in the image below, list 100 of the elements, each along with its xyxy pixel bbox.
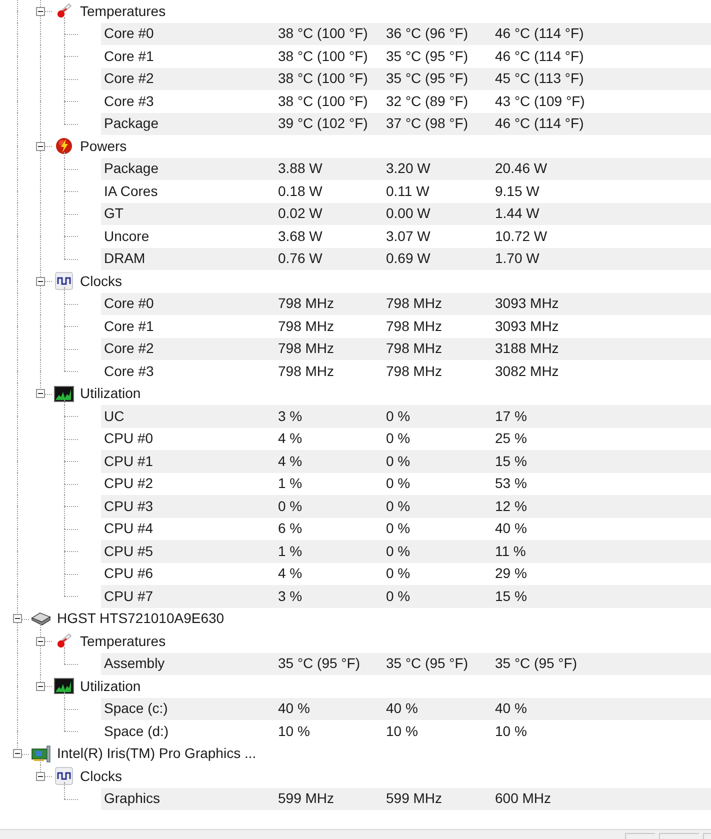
sensor-max: 15 % xyxy=(495,586,527,606)
activity-graph-icon xyxy=(54,386,74,402)
sensor-row[interactable]: CPU #7 3 % 0 % 15 % xyxy=(101,585,711,608)
group-name[interactable]: Utilization xyxy=(76,676,141,697)
sensor-max: 29 % xyxy=(495,564,527,584)
group-name[interactable]: Powers xyxy=(76,136,127,157)
group-name[interactable]: Temperatures xyxy=(76,630,166,652)
sensor-row[interactable]: CPU #3 0 % 0 % 12 % xyxy=(101,495,711,518)
sensor-min: 40 % xyxy=(386,699,419,718)
sensor-value: 38 °C (100 °F) xyxy=(278,92,369,111)
sensor-value: 1 % xyxy=(278,542,304,561)
sensor-row[interactable]: CPU #5 1 % 0 % 11 % xyxy=(101,540,711,562)
sensor-value: 39 °C (102 °F) xyxy=(278,114,369,134)
square-wave-icon xyxy=(55,272,73,290)
sensor-min: 0 % xyxy=(386,564,412,584)
thermometer-icon xyxy=(56,3,72,20)
sensor-min: 0.69 W xyxy=(386,249,432,268)
sensor-value: 1 % xyxy=(278,474,304,494)
sensor-row[interactable]: Core #2 38 °C (100 °F) 35 °C (95 °F) 45 °C (113 °F) xyxy=(101,68,711,90)
sensor-row[interactable]: Core #0 798 MHz 798 MHz 3093 MHz xyxy=(101,292,711,315)
collapse-button[interactable] xyxy=(36,389,45,398)
sensor-row[interactable]: Core #2 798 MHz 798 MHz 3188 MHz xyxy=(101,338,711,360)
sensor-row[interactable]: Assembly 35 °C (95 °F) 35 °C (95 °F) 35 °C (95 °F) xyxy=(101,652,711,675)
sensor-row[interactable]: CPU #1 4 % 0 % 15 % xyxy=(101,450,711,472)
sensor-name: CPU #6 xyxy=(103,564,154,584)
sensor-max: 25 % xyxy=(495,429,527,448)
sensor-value: 0.02 W xyxy=(278,204,324,224)
sensor-name: UC xyxy=(103,406,126,426)
sensor-row[interactable]: GT 0.02 W 0.00 W 1.44 W xyxy=(101,202,711,225)
sensor-max: 3082 MHz xyxy=(495,362,559,381)
thermometer-icon xyxy=(56,633,72,650)
sensor-value: 38 °C (100 °F) xyxy=(278,69,369,88)
collapse-button[interactable] xyxy=(36,682,45,691)
sensor-max: 46 °C (114 °F) xyxy=(495,114,584,134)
collapse-button[interactable] xyxy=(36,142,45,151)
graphics-card-icon xyxy=(30,744,50,763)
sensor-min: 3.20 W xyxy=(386,159,432,178)
sensor-row[interactable]: Graphics 599 MHz 599 MHz 600 MHz xyxy=(101,788,711,810)
sensor-value: 798 MHz xyxy=(278,362,336,381)
sensor-max: 43 °C (109 °F) xyxy=(495,92,585,111)
sensor-min: 35 °C (95 °F) xyxy=(386,46,469,66)
sensor-max: 53 % xyxy=(495,474,527,494)
sensor-row[interactable]: DRAM 0.76 W 0.69 W 1.70 W xyxy=(101,248,711,270)
sensor-name: CPU #3 xyxy=(103,496,154,516)
sensor-name: Core #2 xyxy=(103,339,155,358)
sensor-value: 4 % xyxy=(278,429,304,448)
sensor-name: CPU #5 xyxy=(103,542,154,561)
sensor-row[interactable]: Package 3.88 W 3.20 W 20.46 W xyxy=(101,158,711,180)
sensor-value: 0 % xyxy=(278,496,304,516)
status-panel xyxy=(703,833,711,839)
sensor-min: 0 % xyxy=(386,542,412,561)
sensor-name: Core #2 xyxy=(103,69,155,88)
sensor-value: 6 % xyxy=(278,519,304,538)
sensor-max: 3093 MHz xyxy=(495,316,559,336)
sensor-name: DRAM xyxy=(103,249,146,268)
sensor-min: 798 MHz xyxy=(386,316,444,336)
sensor-min: 3.07 W xyxy=(386,226,432,246)
sensor-min: 0.00 W xyxy=(386,204,432,224)
sensor-min: 599 MHz xyxy=(386,789,444,808)
sensor-min: 0 % xyxy=(386,452,412,471)
sensor-row[interactable]: Space (c:) 40 % 40 % 40 % xyxy=(101,698,711,720)
collapse-button[interactable] xyxy=(36,6,45,16)
sensor-max: 40 % xyxy=(495,519,527,538)
sensor-value: 10 % xyxy=(278,722,311,741)
sensor-name: Package xyxy=(103,159,160,178)
sensor-min: 37 °C (98 °F) xyxy=(386,114,469,134)
sensor-row[interactable]: UC 3 % 0 % 17 % xyxy=(101,405,711,428)
group-name[interactable]: Temperatures xyxy=(76,0,166,22)
device-name[interactable]: Intel(R) Iris(TM) Pro Graphics ... xyxy=(52,743,256,764)
device-name[interactable]: HGST HTS721010A9E630 xyxy=(52,608,224,630)
sensor-value: 3.88 W xyxy=(278,159,324,178)
sensor-name: CPU #1 xyxy=(103,452,154,471)
sensor-value: 38 °C (100 °F) xyxy=(278,24,369,44)
sensor-max: 12 % xyxy=(495,496,527,516)
sensor-value: 3 % xyxy=(278,586,304,606)
sensor-value: 599 MHz xyxy=(278,789,336,808)
sensor-row[interactable]: Core #0 38 °C (100 °F) 36 °C (96 °F) 46 °C (114 °F) xyxy=(101,22,711,45)
sensor-min: 798 MHz xyxy=(386,362,444,381)
sensor-min: 35 °C (95 °F) xyxy=(386,69,469,88)
sensor-max: 46 °C (114 °F) xyxy=(495,46,584,66)
sensor-value: 35 °C (95 °F) xyxy=(278,654,361,674)
group-name[interactable]: Clocks xyxy=(76,766,122,787)
collapse-button[interactable] xyxy=(36,772,45,781)
collapse-button[interactable] xyxy=(36,636,45,646)
group-name[interactable]: Utilization xyxy=(76,383,141,404)
activity-graph-icon xyxy=(54,678,74,694)
sensor-name: CPU #0 xyxy=(103,429,154,448)
collapse-button[interactable] xyxy=(13,749,22,758)
sensor-row[interactable]: Package 39 °C (102 °F) 37 °C (98 °F) 46 °C (114 °F) xyxy=(101,112,711,135)
sensor-max: 1.70 W xyxy=(495,249,540,268)
group-name[interactable]: Clocks xyxy=(76,270,122,292)
sensor-min: 32 °C (89 °F) xyxy=(386,92,469,111)
collapse-button[interactable] xyxy=(13,614,22,624)
sensor-max: 11 % xyxy=(495,542,526,561)
collapse-button[interactable] xyxy=(36,276,45,286)
sensor-min: 0.11 W xyxy=(386,182,430,201)
sensor-max: 17 % xyxy=(495,406,527,426)
sensor-min: 0 % xyxy=(386,429,412,448)
sensor-name: Uncore xyxy=(103,226,150,246)
sensor-name: CPU #2 xyxy=(103,474,154,494)
